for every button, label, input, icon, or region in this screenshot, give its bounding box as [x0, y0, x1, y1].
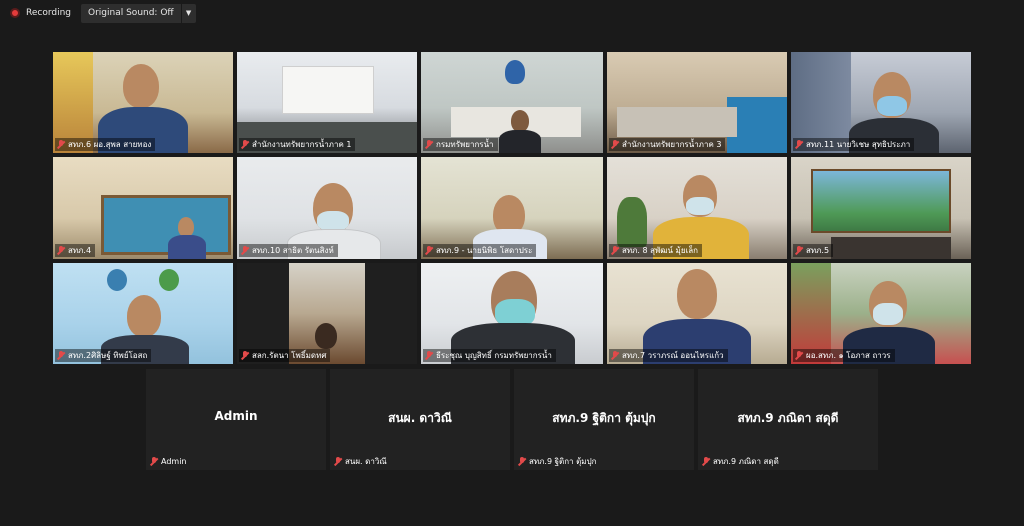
participant-display-name: Admin	[214, 409, 258, 423]
video-tile[interactable]: สทภ.11 นายวิเชษ สุทธิประภา	[791, 52, 971, 153]
participant-display-name: สนผ. ดาวิณี	[388, 411, 452, 425]
recording-label: Recording	[26, 8, 72, 18]
mic-muted-icon	[241, 351, 249, 360]
video-tile-active-speaker[interactable]: กรมทรัพยากรน้ำ	[421, 52, 603, 153]
participant-nameplate: สำนักงานทรัพยากรน้ำภาค 1	[239, 138, 356, 151]
video-tile[interactable]: ธีระชุณ บุญสิทธิ์ กรมทรัพยากรน้ำ	[421, 263, 603, 364]
video-tile[interactable]: สำนักงานทรัพยากรน้ำภาค 3	[607, 52, 787, 153]
participant-nameplate: สทภ. 8 สุพัฒน์ มุ้ยเล็ก	[609, 244, 702, 257]
video-tile[interactable]: สทภ.2ศิลิษฐ์ ทิพย์โอสถ	[53, 263, 233, 364]
video-tile[interactable]: สทภ.4	[53, 157, 233, 259]
participant-nameplate: สทภ.11 นายวิเชษ สุทธิประภา	[793, 138, 915, 151]
participant-nameplate: สทภ.9 ภณิดา สดุดี	[700, 455, 783, 468]
video-tile[interactable]: สทภ.7 วราภรณ์ ออนไหรแก้ว	[607, 263, 787, 364]
participant-nameplate: Admin	[148, 455, 191, 468]
participant-display-name: สทภ.9 ฐิติกา ตุ้มปุก	[552, 411, 656, 425]
participant-tile-no-video[interactable]: Admin Admin	[146, 369, 326, 470]
record-icon	[10, 8, 20, 18]
participant-nameplate: ธีระชุณ บุญสิทธิ์ กรมทรัพยากรน้ำ	[423, 349, 556, 362]
mic-muted-icon	[241, 140, 249, 149]
video-tile[interactable]: สทภ. 8 สุพัฒน์ มุ้ยเล็ก	[607, 157, 787, 259]
participant-nameplate: สลก.รัตนา โพธิ์มดทศ	[239, 349, 331, 362]
participant-nameplate: ผอ.สทภ. ๑ โอภาส ถาวร	[793, 349, 895, 362]
mic-muted-icon	[795, 351, 803, 360]
mic-muted-icon	[611, 246, 619, 255]
mic-muted-icon	[425, 140, 433, 149]
mic-muted-icon	[702, 457, 710, 466]
participant-nameplate: กรมทรัพยากรน้ำ	[423, 138, 498, 151]
video-tile[interactable]: สำนักงานทรัพยากรน้ำภาค 1	[237, 52, 417, 153]
participant-tile-no-video[interactable]: สทภ.9 ภณิดา สดุดี สทภ.9 ภณิดา สดุดี	[698, 369, 878, 470]
mic-muted-icon	[425, 351, 433, 360]
participant-nameplate: สทภ.7 วราภรณ์ ออนไหรแก้ว	[609, 349, 728, 362]
mic-muted-icon	[611, 140, 619, 149]
video-tile[interactable]: สทภ.9 - นายนิพิธ โสดาประ	[421, 157, 603, 259]
participant-nameplate: สทภ.5	[793, 244, 834, 257]
mic-muted-icon	[57, 140, 65, 149]
participant-nameplate: สำนักงานทรัพยากรน้ำภาค 3	[609, 138, 726, 151]
video-tile[interactable]: สทภ.10 สาธิต รัตนสิงห์	[237, 157, 417, 259]
participant-nameplate: สนผ. ดาวิณี	[332, 455, 391, 468]
mic-muted-icon	[518, 457, 526, 466]
video-tile[interactable]: สทภ.5	[791, 157, 971, 259]
video-tile[interactable]: ผอ.สทภ. ๑ โอภาส ถาวร	[791, 263, 971, 364]
participant-tile-no-video[interactable]: สนผ. ดาวิณี สนผ. ดาวิณี	[330, 369, 510, 470]
mic-muted-icon	[57, 351, 65, 360]
participant-display-name: สทภ.9 ภณิดา สดุดี	[737, 411, 839, 425]
participant-nameplate: สทภ.9 ฐิติกา ตุ้มปุก	[516, 455, 600, 468]
video-tile[interactable]: สทภ.6 ผอ.สุพล สายทอง	[53, 52, 233, 153]
participant-nameplate: สทภ.6 ผอ.สุพล สายทอง	[55, 138, 156, 151]
mic-muted-icon	[334, 457, 342, 466]
original-sound-button[interactable]: Original Sound: Off ▼	[81, 3, 196, 23]
participant-nameplate: สทภ.10 สาธิต รัตนสิงห์	[239, 244, 338, 257]
mic-muted-icon	[57, 246, 65, 255]
video-tile[interactable]: สลก.รัตนา โพธิ์มดทศ	[237, 263, 417, 364]
mic-muted-icon	[425, 246, 433, 255]
participant-nameplate: สทภ.4	[55, 244, 96, 257]
recording-indicator[interactable]: Recording	[10, 8, 71, 18]
mic-muted-icon	[795, 246, 803, 255]
participant-nameplate: สทภ.2ศิลิษฐ์ ทิพย์โอสถ	[55, 349, 152, 362]
mic-muted-icon	[241, 246, 249, 255]
participant-tile-no-video[interactable]: สทภ.9 ฐิติกา ตุ้มปุก สทภ.9 ฐิติกา ตุ้มปุ…	[514, 369, 694, 470]
mic-muted-icon	[795, 140, 803, 149]
chevron-down-icon[interactable]: ▼	[180, 3, 196, 23]
original-sound-label: Original Sound: Off	[88, 8, 174, 18]
meeting-topbar: Recording Original Sound: Off ▼	[0, 0, 196, 26]
participant-nameplate: สทภ.9 - นายนิพิธ โสดาประ	[423, 244, 537, 257]
mic-muted-icon	[611, 351, 619, 360]
mic-muted-icon	[150, 457, 158, 466]
